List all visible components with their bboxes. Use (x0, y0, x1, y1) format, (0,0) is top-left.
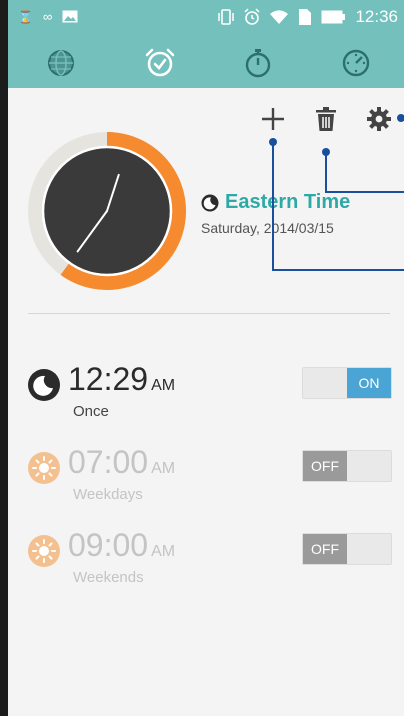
tab-stopwatch[interactable] (233, 42, 283, 84)
vibrate-icon (218, 9, 235, 25)
alarm-page: Eastern Time Saturday, 2014/03/15 12:29 A… (8, 88, 404, 716)
timezone-name: Eastern Time (225, 191, 351, 213)
screen-edge (0, 0, 8, 716)
status-time: 12:36 (355, 7, 398, 26)
moon-icon (28, 369, 60, 401)
tab-world-clock[interactable] (36, 42, 86, 84)
alarm-time: 09:00 AM (68, 527, 176, 563)
battery-icon (321, 10, 346, 24)
tab-bar (8, 38, 404, 88)
alarm-toggle[interactable]: OFF (302, 533, 392, 565)
sun-icon (28, 535, 60, 567)
delete-alarm-button[interactable] (309, 102, 343, 136)
alarm-item[interactable]: 07:00 AM Weekdays OFF (28, 444, 398, 526)
current-date: Saturday, 2014/03/15 (201, 220, 334, 236)
trash-icon (316, 107, 336, 131)
moon-icon (201, 194, 219, 211)
toggle-label: OFF (303, 534, 347, 564)
tab-alarm[interactable] (135, 42, 185, 84)
alarm-toggle[interactable]: OFF (302, 450, 392, 482)
plus-icon (262, 108, 284, 130)
alarm-ampm: AM (151, 377, 176, 394)
sim-icon (299, 9, 312, 25)
alarm-ampm: AM (151, 460, 176, 477)
alarm-repeat: Weekends (73, 569, 144, 586)
alarm-repeat: Once (73, 403, 109, 420)
settings-button[interactable] (362, 102, 396, 136)
toggle-label: OFF (303, 451, 347, 481)
voicemail-icon: ∞ (42, 9, 53, 24)
timer-icon (342, 49, 370, 77)
notification-icon: ⌛ (18, 9, 33, 24)
alarm-repeat: Weekdays (73, 486, 143, 503)
alarm-item[interactable]: 09:00 AM Weekends OFF (28, 527, 398, 609)
alarm-clock-icon (145, 48, 175, 77)
alarm-ampm: AM (151, 543, 176, 560)
stopwatch-icon (245, 49, 271, 78)
alarm-time: 07:00 AM (68, 444, 176, 480)
toggle-label: ON (347, 368, 391, 398)
alarm-time: 12:29 AM (68, 361, 176, 397)
status-bar: ⌛ ∞ 12:36 (8, 0, 404, 38)
alarm-toggle[interactable]: ON (302, 367, 392, 399)
divider (28, 313, 390, 314)
analog-clock (26, 130, 188, 292)
alarm-icon (244, 8, 260, 25)
wifi-icon (270, 10, 289, 24)
sun-icon (28, 452, 60, 484)
tab-timer[interactable] (331, 42, 381, 84)
clock-app: ⌛ ∞ 12:36 Eastern Time Saturday, 2014/03… (8, 0, 404, 716)
globe-icon (48, 50, 74, 76)
gear-icon (367, 107, 391, 131)
gallery-notification-icon (62, 10, 78, 23)
timezone-row: Eastern Time (201, 191, 350, 214)
alarm-item[interactable]: 12:29 AM Once ON (28, 361, 398, 443)
add-alarm-button[interactable] (256, 102, 290, 136)
